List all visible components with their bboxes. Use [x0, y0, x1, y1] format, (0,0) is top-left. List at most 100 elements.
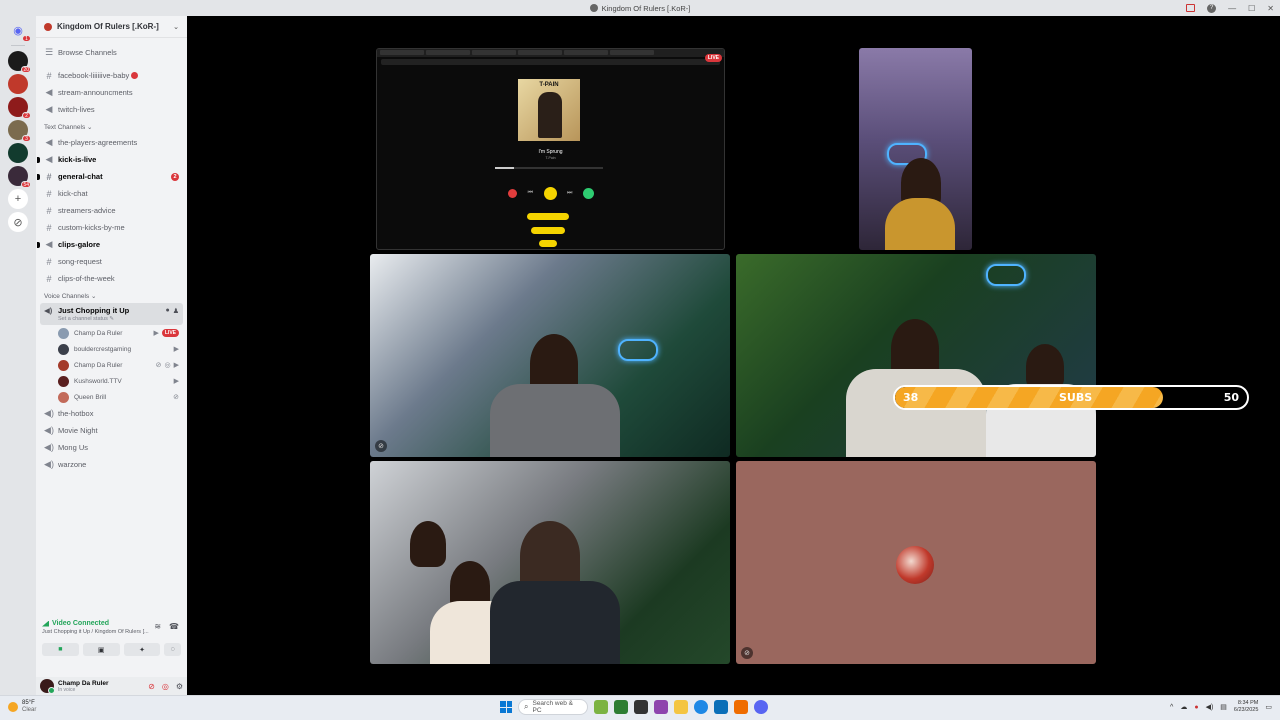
- taskbar-app-icon[interactable]: [614, 700, 628, 714]
- browser-tabs: [377, 49, 724, 57]
- channel-kick-is-live[interactable]: ◀ kick-is-live: [36, 151, 187, 168]
- signal-icon: [42, 620, 49, 627]
- server-rail: ◉ 1 20 2 3 54 + ⊘: [0, 16, 36, 695]
- live-badge: LIVE: [704, 54, 722, 62]
- system-tray: ^ ☁ ● ◀) ▤ 8:34 PM 6/23/2025 ▭: [1170, 700, 1272, 714]
- video-stage: LIVE T-PAIN I'm Sprung T-Pain ⏮ ⏭ ⊘ ⊘: [187, 16, 1280, 695]
- add-server-icon[interactable]: +: [8, 189, 28, 209]
- volume-icon[interactable]: ◀): [1206, 703, 1214, 711]
- channel-clips-galore[interactable]: ◀ clips-galore: [36, 236, 187, 253]
- rail-separator: [11, 45, 25, 46]
- voice-user[interactable]: bouldercrestgaming ▶: [36, 341, 187, 357]
- discord-icon[interactable]: [754, 700, 768, 714]
- camera-icon: ▶: [173, 378, 179, 385]
- server-icon[interactable]: [8, 143, 28, 163]
- screen-share-button[interactable]: ▣: [82, 643, 120, 656]
- channel-facebook-liiiiiive-baby[interactable]: # facebook-liiiiiive-baby: [36, 67, 187, 84]
- add-user-icon[interactable]: ♟: [173, 307, 179, 315]
- close-button[interactable]: ✕: [1267, 4, 1274, 13]
- server-icon[interactable]: 54: [8, 166, 31, 188]
- screen-share-tile[interactable]: LIVE T-PAIN I'm Sprung T-Pain ⏮ ⏭: [376, 48, 725, 250]
- action-pill: [531, 227, 565, 234]
- channel-status-hint[interactable]: Set a channel status ✎: [58, 316, 179, 322]
- channel-kick-chat[interactable]: # kick-chat: [36, 185, 187, 202]
- song-progress-fill: [495, 167, 515, 169]
- voice-user[interactable]: Queen Brill ⊘: [36, 389, 187, 405]
- taskbar-app-icon[interactable]: [594, 700, 608, 714]
- camera-tile[interactable]: [859, 48, 972, 250]
- server-icon[interactable]: 3: [8, 120, 31, 142]
- server-icon[interactable]: 2: [8, 97, 31, 119]
- activity-button[interactable]: ✦: [123, 643, 161, 656]
- minimize-button[interactable]: —: [1228, 4, 1236, 13]
- taskbar-app-icon[interactable]: [654, 700, 668, 714]
- channel-general-chat[interactable]: # general-chat 2: [36, 168, 187, 185]
- voice-user[interactable]: Champ Da Ruler ⊘ ◎ ▶: [36, 357, 187, 373]
- camera-tile[interactable]: ⊘: [736, 461, 1096, 664]
- channel-twitch-lives[interactable]: ◀ twitch-lives: [36, 101, 187, 118]
- file-explorer-icon[interactable]: [674, 700, 688, 714]
- unread-indicator: [37, 156, 40, 163]
- home-icon[interactable]: ◉ 1: [8, 20, 31, 42]
- voice-user[interactable]: Kushsworld.TTV ▶: [36, 373, 187, 389]
- windows-start-icon[interactable]: [500, 701, 512, 713]
- voice-channel-active[interactable]: ◀) Just Chopping it Up ● ♟ Set a channel…: [40, 303, 183, 325]
- category-voice-channels[interactable]: Voice Channels ⌄: [36, 287, 187, 303]
- voice-channel-mong-us[interactable]: ◀) Mong Us: [36, 439, 187, 456]
- mention-badge: 2: [171, 172, 179, 181]
- avatar: [896, 546, 934, 584]
- server-icon[interactable]: 20: [8, 51, 31, 73]
- hash-icon: #: [46, 171, 52, 182]
- clock[interactable]: 8:34 PM 6/23/2025: [1234, 700, 1258, 714]
- taskbar-app-icon[interactable]: [734, 700, 748, 714]
- channel-clips-of-the-week[interactable]: # clips-of-the-week: [36, 270, 187, 287]
- hash-icon: #: [46, 70, 52, 81]
- user-avatar[interactable]: [40, 679, 55, 694]
- voice-channel-movie-night[interactable]: ◀) Movie Night: [36, 422, 187, 439]
- disconnect-icon[interactable]: ☎: [169, 622, 179, 631]
- voice-channel-the-hotbox[interactable]: ◀) the-hotbox: [36, 405, 187, 422]
- notifications-icon[interactable]: ▭: [1265, 703, 1272, 711]
- edge-icon[interactable]: [694, 700, 708, 714]
- camera-tile[interactable]: [370, 461, 730, 664]
- server-icon[interactable]: [8, 74, 28, 94]
- mic-muted-icon[interactable]: ⊘: [148, 682, 155, 691]
- deafened-icon: ◎: [164, 362, 171, 369]
- headphones-muted-icon[interactable]: ◎: [162, 682, 169, 691]
- category-text-channels[interactable]: Text Channels ⌄: [36, 118, 187, 134]
- camera-tile[interactable]: [736, 254, 1096, 457]
- gear-icon[interactable]: ⚙: [176, 682, 183, 691]
- help-icon[interactable]: ?: [1207, 3, 1217, 13]
- channel-stream-announcments[interactable]: ◀ stream-announcments: [36, 84, 187, 101]
- megaphone-icon: ◀: [45, 154, 53, 164]
- camera-tile[interactable]: ⊘: [370, 254, 730, 457]
- browse-channels[interactable]: ☰ Browse Channels: [36, 44, 187, 61]
- camera-button[interactable]: ■: [42, 643, 79, 656]
- chevron-down-icon: ⌄: [173, 23, 179, 31]
- megaphone-icon: ◀: [45, 239, 53, 249]
- windows-taskbar: 85°F Clear ⌕ Search web & PC ^ ☁ ● ◀) ▤ …: [0, 695, 1280, 720]
- guild-header[interactable]: Kingdom Of Rulers [.KoR-] ⌄: [36, 16, 187, 38]
- chat-icon[interactable]: ●: [165, 307, 169, 315]
- tray-app-icon[interactable]: ●: [1194, 704, 1198, 711]
- taskbar-app-icon[interactable]: [714, 700, 728, 714]
- soundboard-button[interactable]: ◌: [164, 643, 181, 656]
- taskbar-search[interactable]: ⌕ Search web & PC: [518, 699, 588, 715]
- voice-user[interactable]: Champ Da Ruler ▶ LIVE: [36, 325, 187, 341]
- channel-streamers-advice[interactable]: # streamers-advice: [36, 202, 187, 219]
- chevron-up-icon[interactable]: ^: [1170, 704, 1173, 711]
- channel-song-request[interactable]: # song-request: [36, 253, 187, 270]
- channel-the-players-agreements[interactable]: ◀ the-players-agreements: [36, 134, 187, 151]
- discover-icon[interactable]: ⊘: [8, 212, 28, 232]
- channel-custom-kicks-by-me[interactable]: # custom-kicks-by-me: [36, 219, 187, 236]
- weather-widget[interactable]: 85°F Clear: [8, 700, 36, 714]
- maximize-button[interactable]: ☐: [1248, 4, 1255, 13]
- inbox-icon[interactable]: [1186, 4, 1196, 12]
- network-icon[interactable]: ▤: [1220, 703, 1227, 711]
- cloud-icon[interactable]: ☁: [1180, 703, 1187, 711]
- taskbar-app-icon[interactable]: [634, 700, 648, 714]
- voice-channel-warzone[interactable]: ◀) warzone: [36, 456, 187, 473]
- noise-suppression-icon[interactable]: ≋: [154, 622, 161, 631]
- speaker-icon: ◀): [44, 306, 53, 315]
- taskbar-apps: ⌕ Search web & PC: [500, 699, 768, 715]
